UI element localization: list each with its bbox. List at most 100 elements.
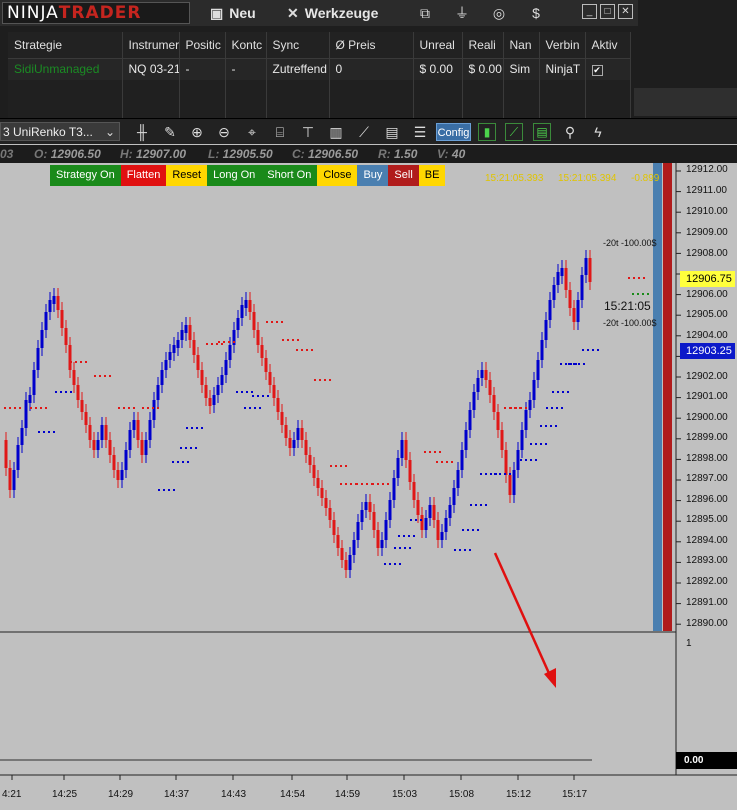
bar-type-icon[interactable]: ╫ (132, 122, 152, 142)
strategy-on-button[interactable]: Strategy On (50, 165, 121, 186)
panel-strip (634, 88, 737, 116)
connect-icon[interactable]: ⏚ (453, 4, 471, 22)
workspaces-icon[interactable]: ⧉ (416, 4, 434, 22)
control-center: NINJATRADER ▣ Neu ✕ Werkzeuge ⧉ ⏚ ◎ $ _ … (0, 0, 737, 124)
time-tick-label: 14:43 (221, 789, 247, 800)
databox-volume: V: 40 (437, 147, 466, 161)
be-button[interactable]: BE (418, 165, 446, 186)
menu-new-label: Neu (229, 5, 256, 21)
price-tick-label: 12896.00 (686, 494, 728, 505)
annotation-arrow (493, 552, 554, 681)
grid-header-0[interactable]: Strategie (8, 32, 123, 59)
lower-panel-axis-max: 1 (686, 638, 692, 649)
grid-header-1[interactable]: Instrumer (122, 32, 180, 59)
trend-icon[interactable]: ⟋ (354, 122, 374, 142)
plot-icon[interactable]: ⟋ (505, 123, 523, 141)
properties-icon[interactable]: ☰ (410, 122, 430, 142)
indicators-icon[interactable]: ▥ (326, 122, 346, 142)
close-icon[interactable]: ✕ (618, 4, 633, 19)
grid-header-2[interactable]: Positic (179, 32, 226, 59)
grid-header-10[interactable]: Aktiv (585, 32, 631, 59)
time-tick-label: 15:12 (506, 789, 532, 800)
menu-new[interactable]: ▣ Neu (210, 3, 256, 23)
series-selector[interactable]: 3 UniRenko T3... ⌄ (0, 122, 120, 141)
right-blue-bar (653, 163, 662, 631)
target-label-upper: -20t -100.00$ (603, 238, 657, 248)
template-icon[interactable]: ▤ (382, 122, 402, 142)
buy-button[interactable]: Buy (357, 165, 389, 186)
strategies-icon[interactable]: ⊤ (298, 122, 318, 142)
price-tick-label: 12900.00 (686, 412, 728, 423)
new-icon: ▣ (210, 5, 224, 21)
zoom-in-icon[interactable]: ⊕ (187, 122, 207, 142)
help-icon[interactable]: ◎ (490, 4, 508, 22)
table-row[interactable]: SidiUnmanaged NQ 03-21- - Zutreffend 0 $ 0.00… (8, 58, 631, 80)
title-bar: NINJATRADER ▣ Neu ✕ Werkzeuge ⧉ ⏚ ◎ $ _ … (0, 0, 638, 26)
sell-button[interactable]: Sell (388, 165, 419, 186)
menu-tools[interactable]: ✕ Werkzeuge (287, 3, 378, 23)
flatten-button[interactable]: Flatten (120, 165, 167, 186)
databox-open: O: 12906.50 (34, 147, 101, 161)
time-tick-label: 14:25 (52, 789, 78, 800)
right-red-bar (663, 163, 672, 631)
chart-panel[interactable] (0, 163, 737, 810)
strategies-grid: Strategie Instrumer Positic Kontc Sync Ø Prei… (8, 32, 631, 124)
target-label-lower: -20t -100.00$ (603, 318, 657, 328)
price-tick-label: 12911.00 (686, 185, 727, 196)
time-tick-label: 14:59 (335, 789, 361, 800)
grid-header-8[interactable]: Nan (503, 32, 540, 59)
crosshair-icon[interactable]: ⌖ (242, 122, 262, 142)
close-button[interactable]: Close (317, 165, 358, 186)
table-cell: NQ 03-21 (122, 58, 180, 80)
lightning-icon[interactable]: ϟ (588, 122, 608, 142)
time-tick-label: 14:29 (108, 789, 134, 800)
table-cell: $ 0.00 (462, 58, 504, 80)
table-cell: SidiUnmanaged (8, 58, 123, 80)
grid-header-4[interactable]: Sync (266, 32, 330, 59)
grid-header-6[interactable]: Unreal (413, 32, 463, 59)
grid-header-5[interactable]: Ø Preis (329, 32, 414, 59)
time-tick-label: 15:03 (392, 789, 418, 800)
grid-header-9[interactable]: Verbin (539, 32, 586, 59)
price-tick-label: 12893.00 (686, 555, 728, 566)
dollar-icon[interactable]: $ (527, 4, 545, 22)
price-tick-label: 12891.00 (686, 597, 728, 608)
data-series-icon[interactable]: ⌸ (270, 122, 290, 142)
minimize-icon[interactable]: _ (582, 4, 597, 19)
tick-time-1: 15:21:05.393 (485, 173, 544, 184)
location-icon[interactable]: ⚲ (560, 122, 580, 142)
maximize-icon[interactable]: □ (600, 4, 615, 19)
price-tick-label: 12910.00 (686, 206, 728, 217)
config-button[interactable]: Config (436, 123, 471, 141)
price-tick-label: 12890.00 (686, 618, 728, 629)
candle-icon[interactable]: ▮ (478, 123, 496, 141)
price-tick-label: 12912.00 (686, 164, 728, 175)
grid-header-3[interactable]: Kontc (225, 32, 267, 59)
zoom-out-icon[interactable]: ⊖ (214, 122, 234, 142)
bar-timer: 15:21:05 (604, 299, 651, 313)
table-cell: Sim (503, 58, 540, 80)
table-cell: Zutreffend (266, 58, 330, 80)
databox-close: C: 12906.50 (292, 147, 359, 161)
pencil-icon[interactable]: ✎ (160, 122, 180, 142)
table-cell: ✔ (585, 58, 631, 80)
chart-toolbar: 3 UniRenko T3... ⌄ ╫ ✎ ⊕ ⊖ ⌖ ⌸ ⊤ ▥ ⟋ ▤ ☰… (0, 118, 737, 144)
tick-time-2: 15:21:05.394 (558, 173, 617, 184)
long-on-button[interactable]: Long On (207, 165, 262, 186)
active-checkbox[interactable]: ✔ (591, 65, 603, 77)
price-tick-label: 12902.00 (686, 371, 728, 382)
price-tick-label: 12904.00 (686, 330, 728, 341)
annotation-arrowhead (544, 668, 556, 688)
table-cell: - (225, 58, 267, 80)
ninjatrader-logo: NINJATRADER (2, 2, 190, 24)
price-tick-label: 12906.00 (686, 289, 728, 300)
menu-tools-label: Werkzeuge (304, 5, 379, 21)
reset-button[interactable]: Reset (166, 165, 208, 186)
time-tick-label: 14:37 (164, 789, 190, 800)
ask-price-tag: 12903.25 (680, 343, 735, 359)
lower-panel-value: 0.00 (676, 752, 737, 769)
panel-icon[interactable]: ▤ (533, 123, 551, 141)
grid-header-7[interactable]: Reali (462, 32, 504, 59)
short-on-button[interactable]: Short On (261, 165, 318, 186)
price-tick-label: 12898.00 (686, 453, 728, 464)
